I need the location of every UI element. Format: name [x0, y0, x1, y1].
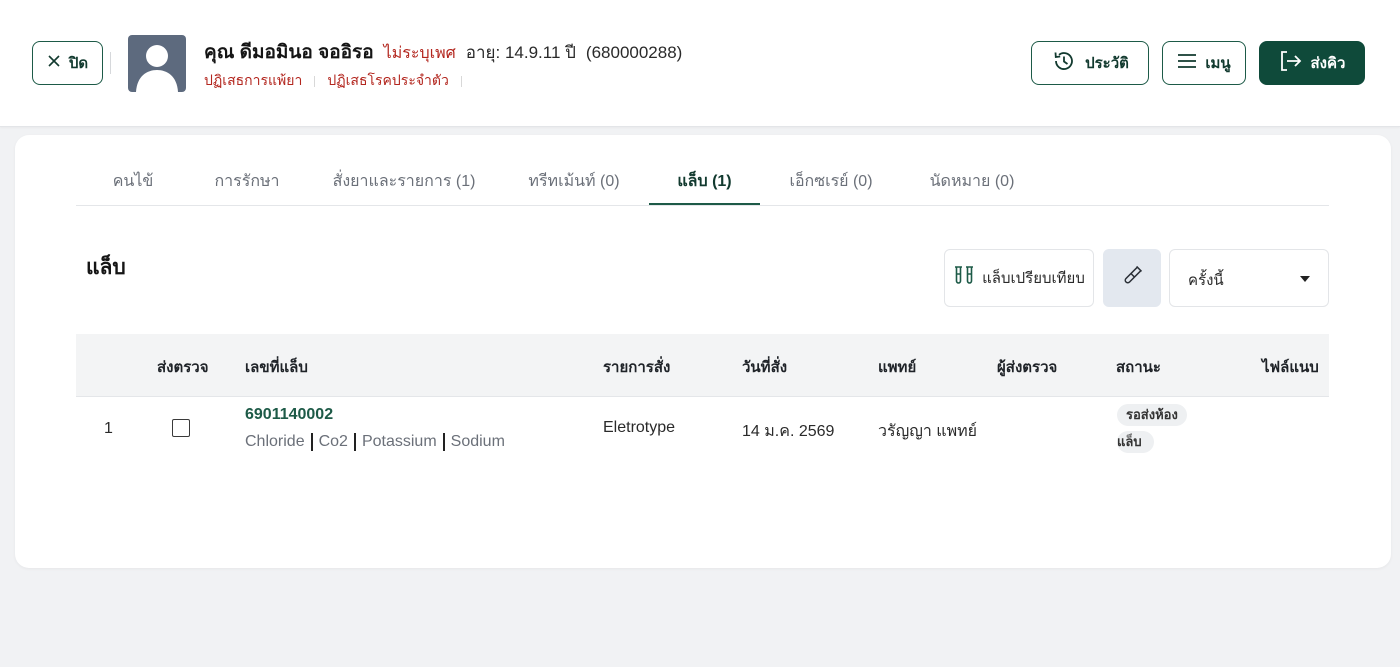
test-separator	[442, 433, 445, 451]
lab-compare-button[interactable]: แล็บเปรียบเทียบ	[944, 249, 1094, 307]
chronic-status: ปฏิเสธโรคประจำตัว	[327, 72, 449, 88]
column-header-order: รายการสั่ง	[603, 359, 671, 376]
lab-tests-list: Chloride Co2 Potassium Sodium	[245, 433, 505, 451]
alert-divider	[314, 75, 316, 87]
column-header-sender: ผู้ส่งตรวจ	[997, 359, 1058, 376]
close-button[interactable]: ปิด	[32, 41, 103, 85]
history-icon	[1051, 48, 1077, 78]
menu-button[interactable]: เมนู	[1162, 41, 1246, 85]
patient-alerts: ปฏิเสธการแพ้ยา ปฏิเสธโรคประจำตัว	[204, 70, 462, 92]
test-separator	[353, 433, 356, 451]
tab-lab[interactable]: แล็บ (1)	[649, 164, 760, 205]
tab-treatment[interactable]: การรักษา	[202, 164, 292, 205]
visit-filter-value: ครั้งนี้	[1188, 272, 1224, 289]
patient-age: อายุ: 14.9.11 ปี	[465, 43, 576, 62]
header-divider	[110, 52, 111, 74]
avatar	[128, 35, 186, 92]
content-card: คนไข้ การรักษา สั่งยาและรายการ (1) ทรีทเ…	[15, 135, 1391, 568]
column-header-doctor: แพทย์	[878, 359, 917, 376]
doctor-name: วรัญญา แพทย์	[878, 423, 978, 440]
tab-procedures[interactable]: ทรีทเม้นท์ (0)	[520, 164, 628, 205]
patient-header: ปิด คุณ ดีมอมินอ จออิรอ ไม่ระบุเพศ อายุ:…	[0, 0, 1400, 127]
patient-gender: ไม่ระบุเพศ	[383, 45, 456, 62]
order-date: 14 ม.ค. 2569	[742, 423, 835, 440]
column-header-lab-no: เลขที่แล็บ	[245, 359, 308, 376]
row-index: 1	[104, 420, 113, 437]
menu-label: เมนู	[1205, 55, 1231, 72]
lab-test-item: Sodium	[450, 433, 505, 450]
test-tubes-icon	[953, 265, 975, 291]
patient-info: คุณ ดีมอมินอ จออิรอ ไม่ระบุเพศ อายุ: 14.…	[204, 37, 682, 65]
send-queue-button[interactable]: ส่งคิว	[1259, 41, 1365, 85]
logout-icon	[1279, 50, 1303, 76]
column-header-date: วันที่สั่ง	[742, 359, 788, 376]
patient-hn: (680000288)	[585, 43, 683, 62]
lab-compare-label: แล็บเปรียบเทียบ	[982, 270, 1085, 287]
send-checkbox[interactable]	[172, 419, 190, 437]
tab-appointments[interactable]: นัดหมาย (0)	[920, 164, 1024, 205]
lab-tube-button[interactable]	[1103, 249, 1161, 307]
close-label: ปิด	[68, 55, 89, 72]
history-label: ประวัติ	[1085, 55, 1129, 72]
order-item: Eletrotype	[603, 419, 676, 436]
status-badge: รอส่งห้อง	[1117, 404, 1187, 426]
tab-xray[interactable]: เอ็กซเรย์ (0)	[781, 164, 881, 205]
lab-test-item: Co2	[318, 433, 348, 450]
alert-divider	[460, 75, 462, 87]
table-row[interactable]: 1 6901140002 Chloride Co2 Potassium Sodi…	[76, 397, 1329, 457]
lab-test-item: Potassium	[361, 433, 437, 450]
lab-table-header: ส่งตรวจ เลขที่แล็บ รายการสั่ง วันที่สั่ง…	[76, 334, 1329, 397]
test-tube-icon	[1119, 263, 1145, 294]
tab-orders[interactable]: สั่งยาและรายการ (1)	[321, 164, 487, 205]
visit-filter-select[interactable]: ครั้งนี้	[1169, 249, 1329, 307]
tab-patient[interactable]: คนไข้	[97, 164, 169, 205]
test-separator	[310, 433, 313, 451]
column-header-attachment: ไฟล์แนบ	[1262, 359, 1319, 376]
lab-number-link[interactable]: 6901140002	[245, 406, 333, 424]
allergy-status: ปฏิเสธการแพ้ยา	[204, 72, 303, 88]
column-header-send: ส่งตรวจ	[157, 359, 209, 376]
column-header-status: สถานะ	[1116, 359, 1161, 376]
caret-down-icon	[1300, 276, 1310, 282]
section-title: แล็บ	[86, 256, 126, 279]
history-button[interactable]: ประวัติ	[1031, 41, 1149, 85]
patient-name: คุณ ดีมอมินอ จออิรอ	[204, 42, 374, 63]
tab-bar: คนไข้ การรักษา สั่งยาและรายการ (1) ทรีทเ…	[76, 164, 1329, 206]
close-icon	[47, 54, 61, 72]
send-queue-label: ส่งคิว	[1310, 55, 1346, 72]
status-badge-continued: แล็บ	[1117, 431, 1154, 453]
lab-test-item: Chloride	[245, 433, 305, 450]
hamburger-icon	[1177, 53, 1197, 73]
